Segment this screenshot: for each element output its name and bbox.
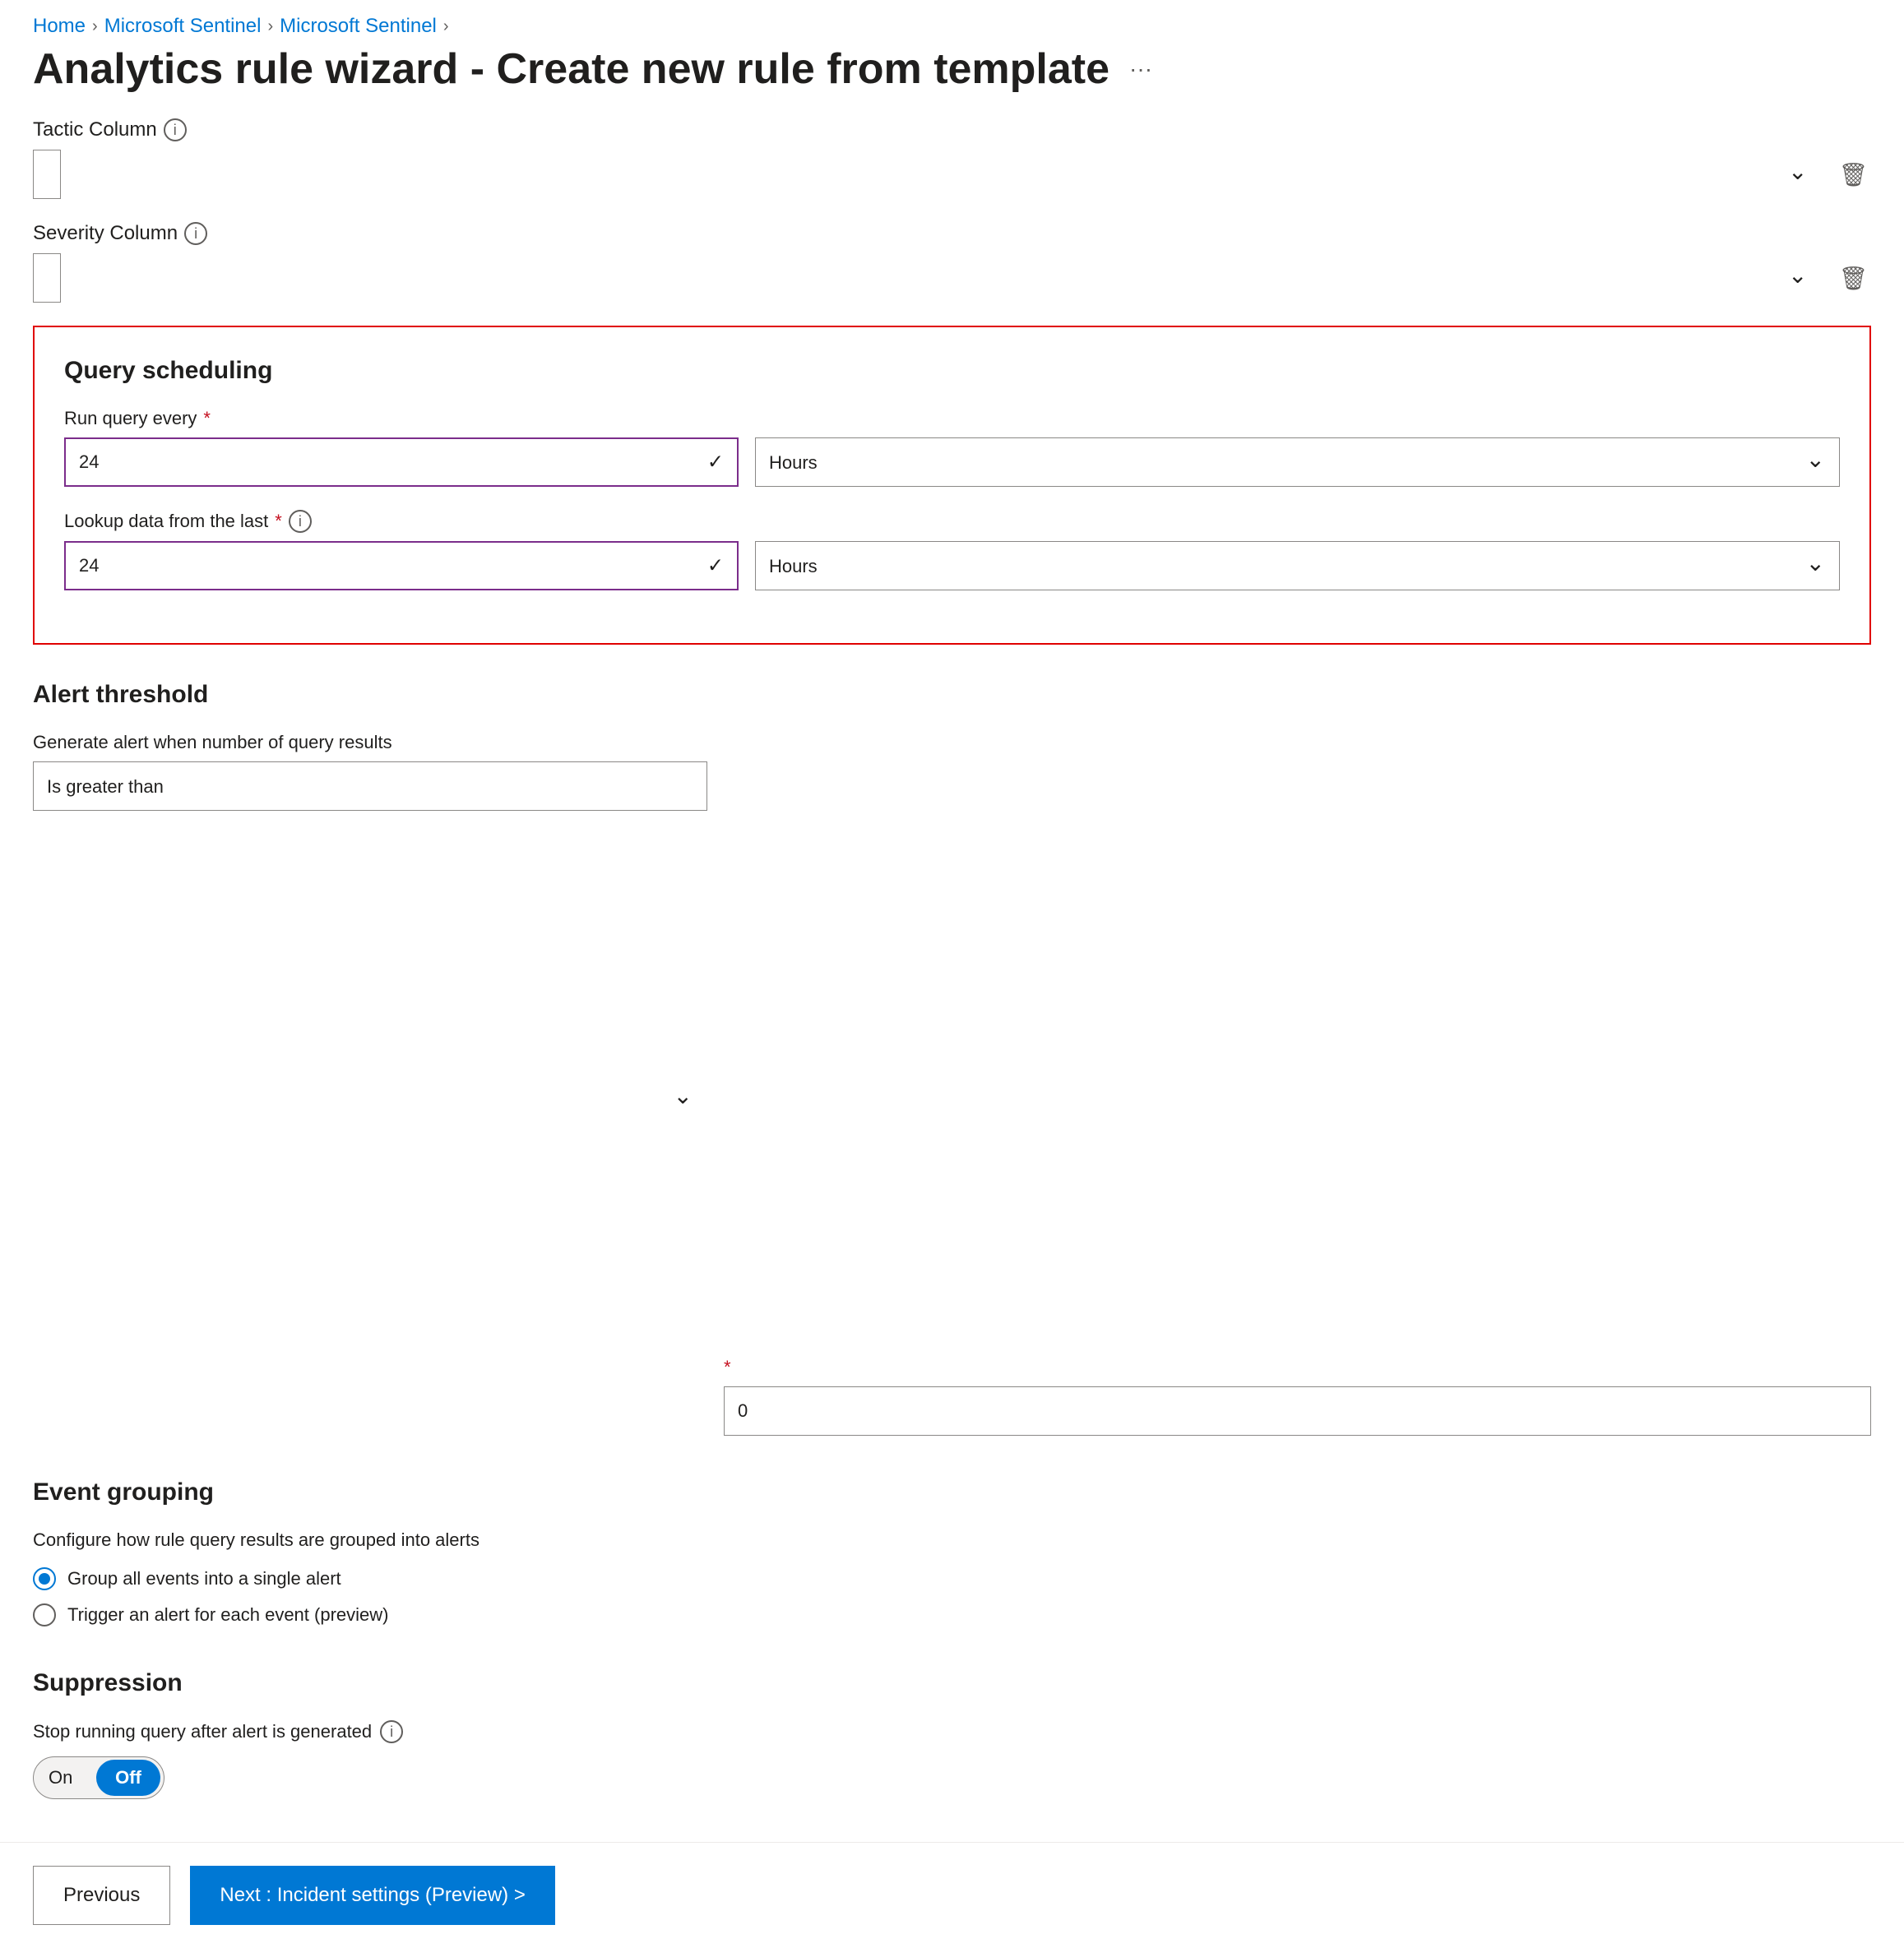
radio-group-all-events-label: Group all events into a single alert <box>67 1568 341 1589</box>
run-query-number-input[interactable] <box>64 437 739 487</box>
run-query-required: * <box>203 408 211 429</box>
threshold-required-star: * <box>724 1357 1871 1378</box>
radio-group-all-events[interactable]: Group all events into a single alert <box>33 1567 1871 1590</box>
lookup-number-input[interactable] <box>64 541 739 590</box>
next-button[interactable]: Next : Incident settings (Preview) > <box>190 1866 554 1925</box>
severity-column-select[interactable] <box>33 253 61 303</box>
run-query-unit-wrapper: Hours Minutes Days <box>755 437 1840 487</box>
footer: Previous Next : Incident settings (Previ… <box>0 1842 1904 1948</box>
run-query-row: Run query every * Hours Minutes Days <box>64 408 1840 487</box>
tactic-column-dropdown-wrapper <box>33 150 1822 199</box>
radio-trigger-each-event-label: Trigger an alert for each event (preview… <box>67 1604 388 1626</box>
lookup-data-required: * <box>275 511 282 532</box>
alert-threshold-value-col: * <box>724 1357 1871 1436</box>
run-query-unit-select[interactable]: Hours Minutes Days <box>755 437 1840 487</box>
alert-threshold-section: Alert threshold Generate alert when numb… <box>33 681 1871 1436</box>
lookup-number-wrapper <box>64 541 739 590</box>
tactic-column-group: Tactic Column i 🗑 <box>33 118 1871 199</box>
severity-column-delete-icon[interactable]: 🗑 <box>1835 261 1871 295</box>
suppression-section: Suppression Stop running query after ale… <box>33 1669 1871 1799</box>
tactic-column-select[interactable] <box>33 150 61 199</box>
suppression-toggle[interactable]: On Off <box>33 1756 164 1799</box>
event-grouping-title: Event grouping <box>33 1478 1871 1506</box>
ellipsis-button[interactable]: ··· <box>1123 53 1159 86</box>
lookup-unit-wrapper: Hours Minutes Days <box>755 541 1840 590</box>
severity-column-info-icon[interactable]: i <box>184 222 207 245</box>
suppression-title: Suppression <box>33 1669 1871 1697</box>
query-scheduling-title: Query scheduling <box>64 357 1840 385</box>
toggle-off-label: Off <box>115 1767 141 1788</box>
event-grouping-section: Event grouping Configure how rule query … <box>33 1478 1871 1626</box>
page-title: Analytics rule wizard - Create new rule … <box>33 44 1110 94</box>
previous-button[interactable]: Previous <box>33 1866 170 1925</box>
breadcrumb-home[interactable]: Home <box>33 15 86 38</box>
radio-trigger-each-event[interactable]: Trigger an alert for each event (preview… <box>33 1603 1871 1626</box>
breadcrumb-sep-2: › <box>267 17 273 36</box>
alert-threshold-label: Generate alert when number of query resu… <box>33 732 1871 753</box>
severity-column-dropdown-wrapper <box>33 253 1822 303</box>
toggle-on-label: On <box>49 1767 72 1788</box>
toggle-thumb: Off <box>96 1760 160 1796</box>
event-grouping-desc: Configure how rule query results are gro… <box>33 1529 1871 1551</box>
radio-group-all-events-circle <box>33 1567 56 1590</box>
severity-column-group: Severity Column i 🗑 <box>33 222 1871 303</box>
tactic-column-label: Tactic Column <box>33 118 157 141</box>
lookup-unit-select[interactable]: Hours Minutes Days <box>755 541 1840 590</box>
lookup-data-row: Lookup data from the last * i Hours Minu… <box>64 510 1840 590</box>
tactic-column-info-icon[interactable]: i <box>164 118 187 141</box>
query-scheduling-box: Query scheduling Run query every * Hours… <box>33 326 1871 645</box>
lookup-data-info-icon[interactable]: i <box>289 510 312 533</box>
suppression-desc: Stop running query after alert is genera… <box>33 1720 1871 1743</box>
severity-column-label: Severity Column <box>33 222 178 245</box>
breadcrumb-sep-3: › <box>443 17 449 36</box>
breadcrumb-sentinel-2[interactable]: Microsoft Sentinel <box>280 15 437 38</box>
run-query-number-wrapper <box>64 437 739 487</box>
breadcrumb: Home › Microsoft Sentinel › Microsoft Se… <box>0 0 1904 44</box>
tactic-column-delete-icon[interactable]: 🗑 <box>1835 158 1871 192</box>
alert-threshold-title: Alert threshold <box>33 681 1871 709</box>
breadcrumb-sep-1: › <box>92 17 98 36</box>
radio-trigger-each-event-circle <box>33 1603 56 1626</box>
threshold-value-input[interactable] <box>724 1386 1871 1436</box>
suppression-info-icon[interactable]: i <box>380 1720 403 1743</box>
run-query-label: Run query every <box>64 408 197 429</box>
alert-condition-dropdown-wrapper: Is greater than Is less than Is equal to… <box>33 761 707 1436</box>
alert-condition-select[interactable]: Is greater than Is less than Is equal to… <box>33 761 707 811</box>
breadcrumb-sentinel-1[interactable]: Microsoft Sentinel <box>104 15 262 38</box>
lookup-data-label: Lookup data from the last <box>64 511 268 532</box>
